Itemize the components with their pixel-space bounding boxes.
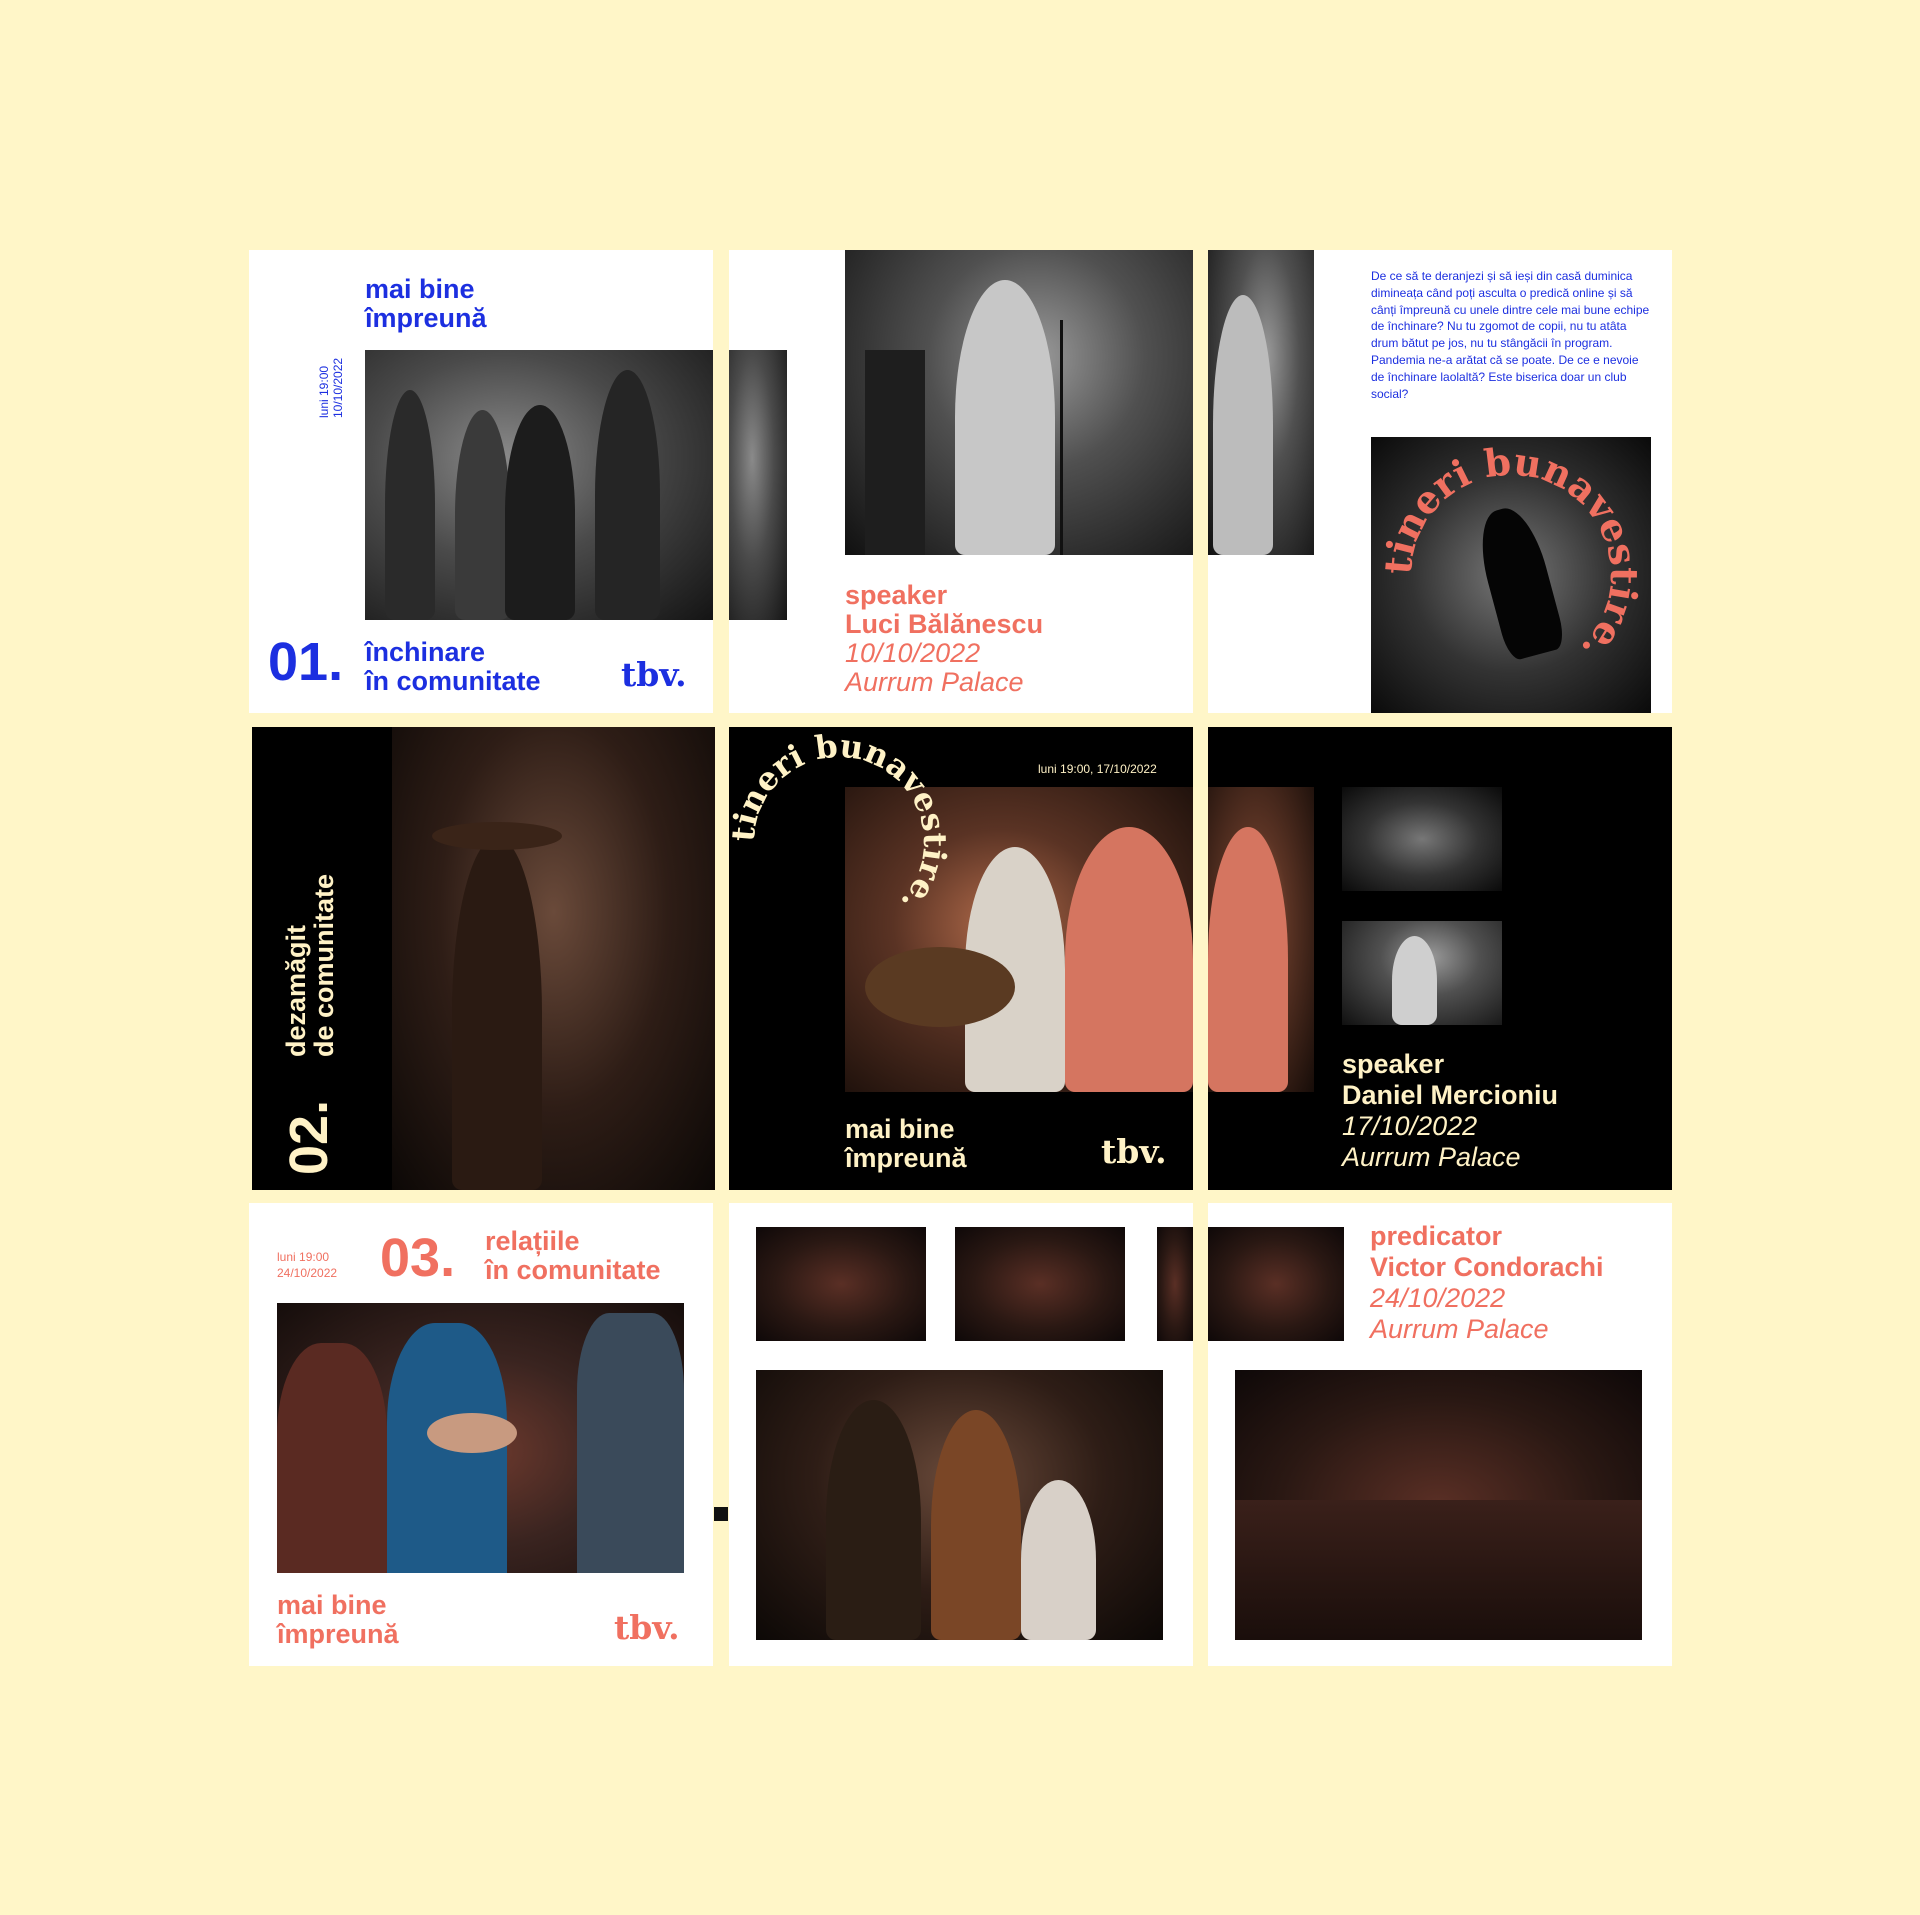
post-number: 03. [380, 1228, 456, 1288]
speaker-role: speaker [1342, 1049, 1445, 1079]
svg-text:tineri bunavestire.: tineri bunavestire. [729, 727, 949, 921]
preacher-name: Victor Condorachi [1370, 1252, 1604, 1282]
audience-photo-3-continued [1208, 1227, 1344, 1341]
speaker-venue: Aurrum Palace [1342, 1142, 1521, 1172]
topic-line2: în comunitate [485, 1255, 661, 1285]
hands-photo [277, 1303, 684, 1573]
circle-logo-text: tineri bunavestire. [729, 727, 949, 921]
svg-text:tineri bunavestire.: tineri bunavestire. [1375, 438, 1647, 672]
speaker-role: speaker [845, 580, 948, 610]
topic-line1: relațiile [485, 1226, 580, 1256]
raised-hand-photo: tineri bunavestire. [1371, 437, 1651, 713]
event-date: luni 19:00, 17/10/2022 [1038, 762, 1157, 776]
topic-line1: închinare [365, 637, 486, 667]
speaker-venue: Aurrum Palace [845, 667, 1024, 697]
post-tile-3: De ce să te deranjezi și să ieși din cas… [1208, 250, 1672, 713]
singer-photo-continued [1208, 250, 1314, 555]
speaker-date: 17/10/2022 [1342, 1111, 1478, 1141]
prayer-photo-continued [1208, 787, 1314, 1092]
speaker-name: Daniel Mercioniu [1342, 1080, 1559, 1110]
event-date: luni 19:00 10/10/2022 [317, 358, 346, 418]
page: { "tile_1": { "title_line1": "mai bine",… [0, 0, 1920, 1915]
tbv-logo: tbv. [1101, 1132, 1167, 1171]
preacher-role: predicator [1370, 1221, 1503, 1251]
topic-block: dezamăgit de comunitate [281, 873, 340, 1057]
intro-paragraph: De ce să te deranjezi și să ieși din cas… [1371, 269, 1650, 401]
topic-line1: dezamăgit [281, 924, 311, 1057]
post-tile-9: predicator Victor Condorachi 24/10/2022 … [1208, 1203, 1672, 1666]
preacher-venue: Aurrum Palace [1370, 1314, 1549, 1344]
worship-team-photo [756, 1370, 1163, 1640]
speaker-name: Luci Bălănescu [845, 609, 1044, 639]
date-line2: 10/10/2022 [331, 357, 346, 418]
date-line1: luni 19:00 [277, 1250, 330, 1264]
hat-singer-photo [392, 727, 715, 1190]
title-line1: mai bine [277, 1590, 387, 1620]
date-line2: 24/10/2022 [277, 1266, 338, 1280]
post-tile-2: speaker Luci Bălănescu 10/10/2022 Aurrum… [729, 250, 1193, 713]
post-number: 01. [268, 632, 344, 692]
tbv-logo: tbv. [614, 1608, 680, 1647]
audience-photo-1 [756, 1227, 926, 1341]
worship-photo [365, 350, 713, 620]
circle-logo-text: tineri bunavestire. [1375, 438, 1647, 672]
hall-audience-photo [1235, 1370, 1642, 1640]
post-tile-1: mai bine împreună luni 19:00 10/10/2022 … [249, 250, 713, 713]
separator-mark [714, 1507, 728, 1521]
audience-photo-3 [1157, 1227, 1193, 1341]
post-tile-7: luni 19:00 24/10/2022 03. relațiile în c… [249, 1203, 713, 1666]
stage-photo [1342, 787, 1502, 891]
title-line2: împreună [845, 1143, 967, 1173]
tbv-logo: tbv. [621, 655, 687, 694]
title-line1: mai bine [365, 274, 475, 304]
title-line1: mai bine [845, 1114, 955, 1144]
preacher-photo [1342, 921, 1502, 1025]
post-tile-6: speaker Daniel Mercioniu 17/10/2022 Aurr… [1208, 727, 1672, 1190]
speaker-date: 10/10/2022 [845, 638, 981, 668]
post-tile-5: tineri bunavestire. luni 19:00, 17/10/20… [729, 727, 1193, 1190]
post-number: 02. [279, 1099, 339, 1175]
title-line2: împreună [277, 1619, 399, 1649]
post-tile-4: 02. dezamăgit de comunitate [252, 727, 715, 1190]
title-line2: împreună [365, 303, 487, 333]
post-tile-8 [729, 1203, 1193, 1666]
audience-photo-2 [955, 1227, 1125, 1341]
topic-line2: în comunitate [365, 666, 541, 696]
photo-strip-left [729, 350, 787, 620]
preacher-date: 24/10/2022 [1370, 1283, 1506, 1313]
topic-line2: de comunitate [309, 873, 340, 1057]
singer-photo [845, 250, 1193, 555]
date-line1: luni 19:00 [317, 365, 331, 418]
